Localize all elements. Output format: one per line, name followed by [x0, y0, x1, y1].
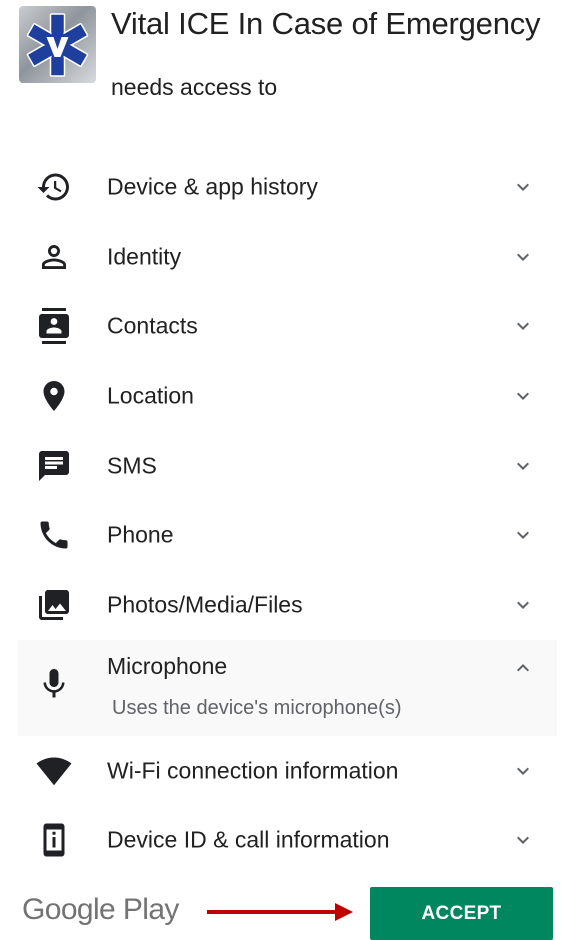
- message-icon: [36, 448, 72, 484]
- permission-label: Phone: [107, 521, 174, 548]
- chevron-down-icon[interactable]: [511, 245, 535, 269]
- needs-access-label: needs access to: [111, 74, 278, 100]
- permission-location[interactable]: Location: [0, 361, 561, 431]
- permission-wifi-connection[interactable]: Wi-Fi connection information: [0, 736, 561, 806]
- chevron-down-icon[interactable]: [511, 828, 535, 852]
- chevron-down-icon[interactable]: [511, 384, 535, 408]
- device-id-icon: [36, 822, 72, 858]
- phone-icon: [36, 517, 72, 553]
- chevron-down-icon[interactable]: [511, 759, 535, 783]
- chevron-down-icon[interactable]: [511, 175, 535, 199]
- chevron-down-icon[interactable]: [511, 454, 535, 478]
- permission-label: Contacts: [107, 312, 198, 339]
- permission-label: Photos/Media/Files: [107, 591, 303, 618]
- app-icon: [19, 6, 96, 83]
- chevron-up-icon[interactable]: [511, 656, 535, 680]
- permission-microphone[interactable]: Microphone Uses the device's microphone(…: [18, 639, 557, 736]
- accept-button[interactable]: ACCEPT: [370, 887, 553, 940]
- microphone-icon: [36, 666, 72, 702]
- wifi-icon: [36, 753, 72, 789]
- photo-library-icon: [36, 587, 72, 623]
- contacts-icon: [36, 308, 72, 345]
- chevron-down-icon[interactable]: [511, 314, 535, 338]
- permission-identity[interactable]: Identity: [0, 222, 561, 292]
- google-play-logo: Google Play: [22, 893, 179, 926]
- red-arrow-annotation: [207, 903, 353, 921]
- permission-label: Device ID & call information: [107, 826, 390, 853]
- permission-phone[interactable]: Phone: [0, 500, 561, 570]
- permission-list: Device & app history Identity Contacts L…: [0, 152, 561, 875]
- permission-contacts[interactable]: Contacts: [0, 291, 561, 361]
- location-pin-icon: [36, 378, 72, 414]
- chevron-down-icon[interactable]: [511, 523, 535, 547]
- permission-description: Uses the device's microphone(s): [112, 696, 402, 719]
- permission-label: Wi-Fi connection information: [107, 757, 399, 784]
- permissions-dialog: Vital ICE In Case of Emergency needs acc…: [0, 0, 561, 940]
- star-of-life-icon: [26, 13, 89, 77]
- permission-label: Microphone: [107, 652, 228, 679]
- permission-device-id-call-info[interactable]: Device ID & call information: [0, 806, 561, 876]
- permission-device-app-history[interactable]: Device & app history: [0, 152, 561, 222]
- permission-photos-media-files[interactable]: Photos/Media/Files: [0, 570, 561, 640]
- permission-label: Location: [107, 382, 194, 409]
- app-title: Vital ICE In Case of Emergency: [111, 6, 541, 41]
- permission-sms[interactable]: SMS: [0, 431, 561, 501]
- person-icon: [36, 239, 72, 275]
- chevron-down-icon[interactable]: [511, 593, 535, 617]
- permission-label: Identity: [107, 243, 182, 270]
- permission-label: Device & app history: [107, 173, 318, 200]
- permission-label: SMS: [107, 452, 157, 479]
- history-icon: [36, 169, 72, 205]
